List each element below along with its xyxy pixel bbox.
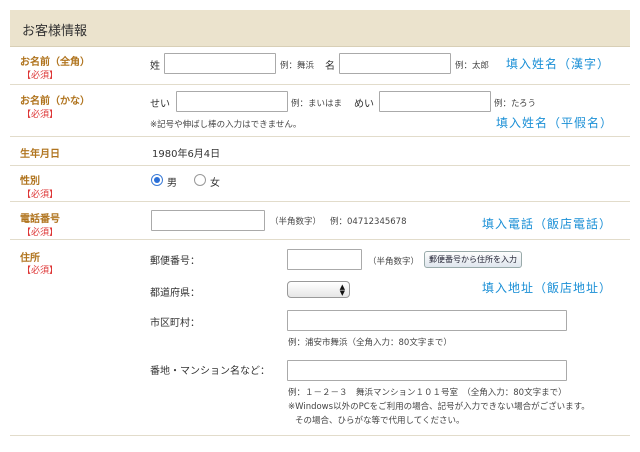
- field-label-name-kanji: お名前（全角）: [20, 57, 90, 68]
- sei-kana-example: 例：まいはま: [291, 99, 343, 109]
- street-note-windows: ※Windows以外のPCをご利用の場合、記号が入力できない場合がございます。: [288, 402, 590, 412]
- mei-label: 名: [325, 61, 335, 72]
- mei-kanji-example: 例：太郎: [455, 61, 490, 71]
- postal-code-input[interactable]: [287, 249, 362, 270]
- required-badge: 【必須】: [22, 266, 59, 276]
- city-example: 例：浦安市舞浜（全角入力：80文字まで）: [288, 338, 452, 348]
- required-badge: 【必須】: [22, 71, 59, 81]
- city-input[interactable]: [287, 310, 567, 331]
- field-label-name-kana: お名前（かな）: [20, 96, 90, 107]
- field-label-birthday: 生年月日: [20, 149, 60, 160]
- form-row-birthday: 生年月日 1980年6月4日: [10, 137, 630, 166]
- form-row-phone: 電話番号 【必須】 （半角数字） 例：04712345678 填入電話（飯店電話…: [10, 202, 630, 240]
- sei-kanji-input[interactable]: [164, 53, 276, 74]
- sei-kana-label: せい: [150, 99, 170, 110]
- city-label: 市区町村：: [150, 318, 200, 329]
- sei-label: 姓: [150, 61, 160, 72]
- postal-code-hint: （半角数字）: [368, 257, 420, 267]
- gender-female-label: 女: [210, 178, 220, 189]
- birthday-value: 1980年6月4日: [152, 149, 221, 160]
- postal-lookup-button[interactable]: 郵便番号から住所を入力: [424, 251, 522, 268]
- kana-note: ※記号や伸ばし棒の入力はできません。: [150, 120, 302, 130]
- select-arrows-icon: ▲ ▼: [339, 283, 345, 297]
- mei-kana-example: 例：たろう: [494, 99, 536, 109]
- form-row-gender: 性別 【必須】 男 女: [10, 166, 630, 202]
- postal-code-label: 郵便番号：: [150, 256, 200, 267]
- street-input[interactable]: [287, 360, 567, 381]
- street-example: 例：１－２－３ 舞浜マンション１０１号室 （全角入力：80文字まで）: [288, 388, 567, 398]
- field-label-phone: 電話番号: [20, 214, 60, 225]
- prefecture-select[interactable]: ▲ ▼: [287, 281, 350, 298]
- section-title: お客様情報: [22, 24, 88, 39]
- sei-kanji-example: 例：舞浜: [280, 61, 315, 71]
- phone-hint: （半角数字）: [270, 217, 322, 227]
- prefecture-label: 都道府県：: [150, 288, 200, 299]
- section-header: お客様情報: [10, 10, 630, 47]
- annotation-name-kanji: 填入姓名（漢字）: [506, 57, 611, 71]
- gender-female-radio[interactable]: [194, 174, 206, 186]
- annotation-address: 填入地址（飯店地址）: [482, 281, 613, 295]
- mei-kanji-input[interactable]: [339, 53, 451, 74]
- mei-kana-label: めい: [354, 99, 374, 110]
- street-label: 番地・マンション名など：: [150, 366, 270, 377]
- form-row-name-kanji: お名前（全角） 【必須】 姓 例：舞浜 名 例：太郎 填入姓名（漢字）: [10, 47, 630, 85]
- required-badge: 【必須】: [22, 228, 59, 238]
- phone-example: 例：04712345678: [330, 217, 407, 227]
- annotation-name-kana: 填入姓名（平假名）: [496, 116, 614, 130]
- gender-male-label: 男: [167, 178, 177, 189]
- mei-kana-input[interactable]: [379, 91, 491, 112]
- sei-kana-input[interactable]: [176, 91, 288, 112]
- street-note-substitute: その場合、ひらがな等で代用してください。: [295, 416, 465, 426]
- gender-male-radio[interactable]: [151, 174, 163, 186]
- phone-input[interactable]: [151, 210, 265, 231]
- field-label-address: 住所: [20, 253, 40, 264]
- field-label-gender: 性別: [20, 176, 40, 187]
- required-badge: 【必須】: [22, 110, 59, 120]
- form-row-address: 住所 【必須】 郵便番号： （半角数字） 郵便番号から住所を入力 都道府県： ▲…: [10, 240, 630, 436]
- form-row-name-kana: お名前（かな） 【必須】 せい 例：まいはま めい 例：たろう ※記号や伸ばし棒…: [10, 85, 630, 137]
- annotation-phone: 填入電話（飯店電話）: [482, 217, 613, 231]
- required-badge: 【必須】: [22, 190, 59, 200]
